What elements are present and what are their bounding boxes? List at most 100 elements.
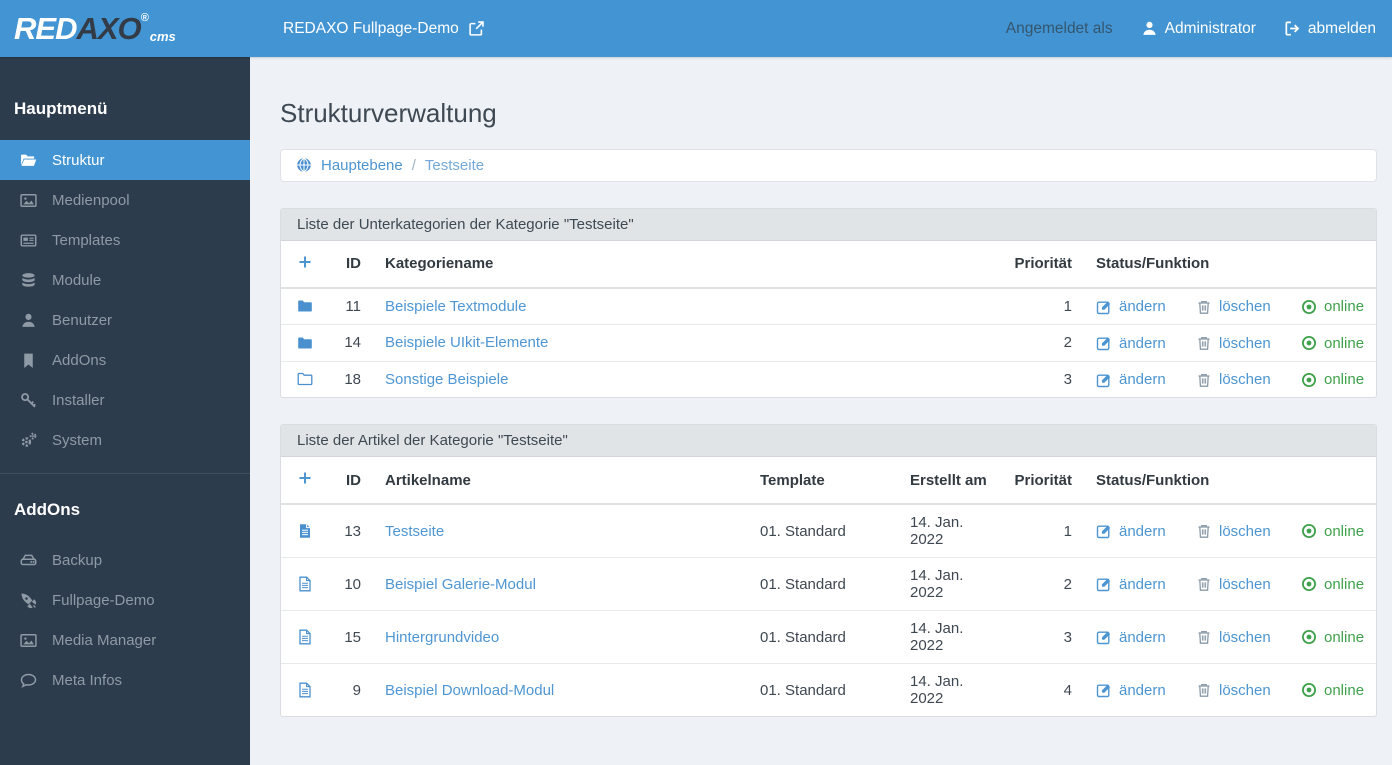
online-status-link[interactable]: online [1301, 371, 1364, 388]
sidebar-item-label: Media Manager [52, 631, 157, 649]
article-created: 14. Jan. 2022 [910, 514, 964, 549]
table-row: 18 Sonstige Beispiele 3 ändern löschen onl… [281, 360, 1376, 398]
articles-panel: Liste der Artikel der Kategorie "Testsei… [280, 424, 1377, 718]
col-header-id: ID [329, 240, 369, 289]
current-user-link[interactable]: Administrator [1141, 20, 1256, 38]
trash-icon [1196, 523, 1212, 539]
redaxo-logo[interactable]: REDAXO®cms [14, 12, 176, 45]
delete-link[interactable]: löschen [1196, 523, 1301, 540]
sidebar-item-addons[interactable]: AddOns [0, 340, 250, 380]
delete-link[interactable]: löschen [1196, 629, 1301, 646]
folder-outline-icon [297, 371, 321, 387]
globe-icon [296, 157, 312, 173]
online-label: online [1324, 371, 1365, 389]
sidebar-item-benutzer[interactable]: Benutzer [0, 300, 250, 340]
logout-link[interactable]: abmelden [1284, 20, 1376, 38]
col-header-status-funktion: Status/Funktion [1080, 240, 1376, 289]
article-id: 9 [329, 663, 369, 717]
delete-link[interactable]: löschen [1196, 682, 1301, 699]
online-status-link[interactable]: online [1301, 298, 1364, 315]
user-icon [20, 312, 37, 329]
edit-link[interactable]: ändern [1096, 629, 1196, 646]
edit-link[interactable]: ändern [1096, 523, 1196, 540]
logout-label: abmelden [1307, 19, 1376, 37]
sidebar-item-media-manager[interactable]: Media Manager [0, 620, 250, 660]
delete-link[interactable]: löschen [1196, 335, 1301, 352]
sidebar-item-module[interactable]: Module [0, 260, 250, 300]
online-label: online [1324, 681, 1365, 699]
pencil-square-icon [1096, 576, 1112, 592]
article-created: 14. Jan. 2022 [902, 610, 1006, 664]
dot-circle-icon [1301, 629, 1317, 645]
breadcrumb-current-link[interactable]: Testseite [425, 157, 484, 174]
main-content: Strukturverwaltung Hauptebene / Testseit… [250, 57, 1392, 765]
logged-in-as-label: Angemeldet als [1005, 19, 1113, 37]
sidebar-item-struktur[interactable]: Struktur [0, 140, 250, 180]
article-name-link[interactable]: Hintergrundvideo [385, 629, 499, 646]
delete-label: löschen [1219, 575, 1271, 593]
article-name-link[interactable]: Beispiel Download-Modul [385, 682, 554, 699]
article-name-link[interactable]: Testseite [385, 523, 444, 540]
edit-link[interactable]: ändern [1096, 576, 1196, 593]
article-name-link[interactable]: Beispiel Galerie-Modul [385, 576, 536, 593]
online-status-link[interactable]: online [1301, 682, 1364, 699]
online-status-link[interactable]: online [1301, 523, 1364, 540]
edit-label: ändern [1119, 628, 1166, 646]
delete-link[interactable]: löschen [1196, 371, 1301, 388]
table-row: 13 Testseite 01. Standard 14. Jan. 2022 … [281, 504, 1376, 558]
sidebar-item-medienpool[interactable]: Medienpool [0, 180, 250, 220]
image-icon [20, 632, 37, 649]
category-priority: 1 [1063, 297, 1072, 315]
online-status-link[interactable]: online [1301, 335, 1364, 352]
edit-label: ändern [1119, 371, 1166, 389]
page-title: Strukturverwaltung [280, 98, 497, 128]
main-menu-heading: Hauptmenü [14, 99, 108, 118]
col-header-status-funktion: Status/Funktion [1080, 457, 1376, 506]
external-link-icon [468, 20, 485, 37]
breadcrumb-root-link[interactable]: Hauptebene [321, 157, 403, 174]
category-priority: 2 [1006, 324, 1080, 362]
category-name-link[interactable]: Beispiele Textmodule [385, 298, 526, 315]
sidebar-item-installer[interactable]: Installer [0, 380, 250, 420]
sidebar-item-label: Templates [52, 231, 121, 249]
category-name-link[interactable]: Sonstige Beispiele [385, 371, 508, 388]
sidebar-item-meta-infos[interactable]: Meta Infos [0, 660, 250, 700]
sidebar-item-templates[interactable]: Templates [0, 220, 250, 260]
edit-link[interactable]: ändern [1096, 298, 1196, 315]
edit-label: ändern [1119, 298, 1166, 316]
categories-caption: Liste der Unterkategorien der Kategorie … [281, 208, 1376, 241]
site-frontend-link[interactable]: REDAXO Fullpage-Demo [283, 20, 485, 38]
online-label: online [1324, 334, 1365, 352]
category-id: 18 [329, 360, 369, 398]
sidebar-item-system[interactable]: System [0, 420, 250, 460]
sidebar-item-backup[interactable]: Backup [0, 540, 250, 580]
sidebar-item-fullpage-demo[interactable]: Fullpage-Demo [0, 580, 250, 620]
online-status-link[interactable]: online [1301, 576, 1364, 593]
delete-link[interactable]: löschen [1196, 298, 1301, 315]
brand-area: REDAXO®cms [0, 12, 250, 45]
delete-label: löschen [1219, 371, 1271, 389]
category-name-link[interactable]: Beispiele UIkit-Elemente [385, 334, 548, 351]
edit-link[interactable]: ändern [1096, 682, 1196, 699]
online-status-link[interactable]: online [1301, 629, 1364, 646]
trash-icon [1196, 682, 1212, 698]
add-article-button[interactable] [297, 470, 313, 486]
sidebar: Hauptmenü Struktur Medienpool Templates … [0, 57, 250, 765]
delete-label: löschen [1219, 628, 1271, 646]
trash-icon [1196, 299, 1212, 315]
categories-table: ID Kategoriename Priorität Status/Funkti… [281, 240, 1376, 398]
user-name: Administrator [1164, 19, 1256, 37]
add-category-button[interactable] [297, 254, 313, 270]
logo-registered-mark: ® [140, 12, 149, 24]
online-label: online [1324, 298, 1365, 316]
edit-label: ändern [1119, 575, 1166, 593]
online-label: online [1324, 522, 1365, 540]
sidebar-item-label: Medienpool [52, 191, 130, 209]
articles-table: ID Artikelname Template Erstellt am Prio… [281, 457, 1376, 717]
delete-link[interactable]: löschen [1196, 576, 1301, 593]
dot-circle-icon [1301, 335, 1317, 351]
col-header-artikelname: Artikelname [369, 457, 752, 506]
pencil-square-icon [1096, 335, 1112, 351]
edit-link[interactable]: ändern [1096, 371, 1196, 388]
edit-link[interactable]: ändern [1096, 335, 1196, 352]
